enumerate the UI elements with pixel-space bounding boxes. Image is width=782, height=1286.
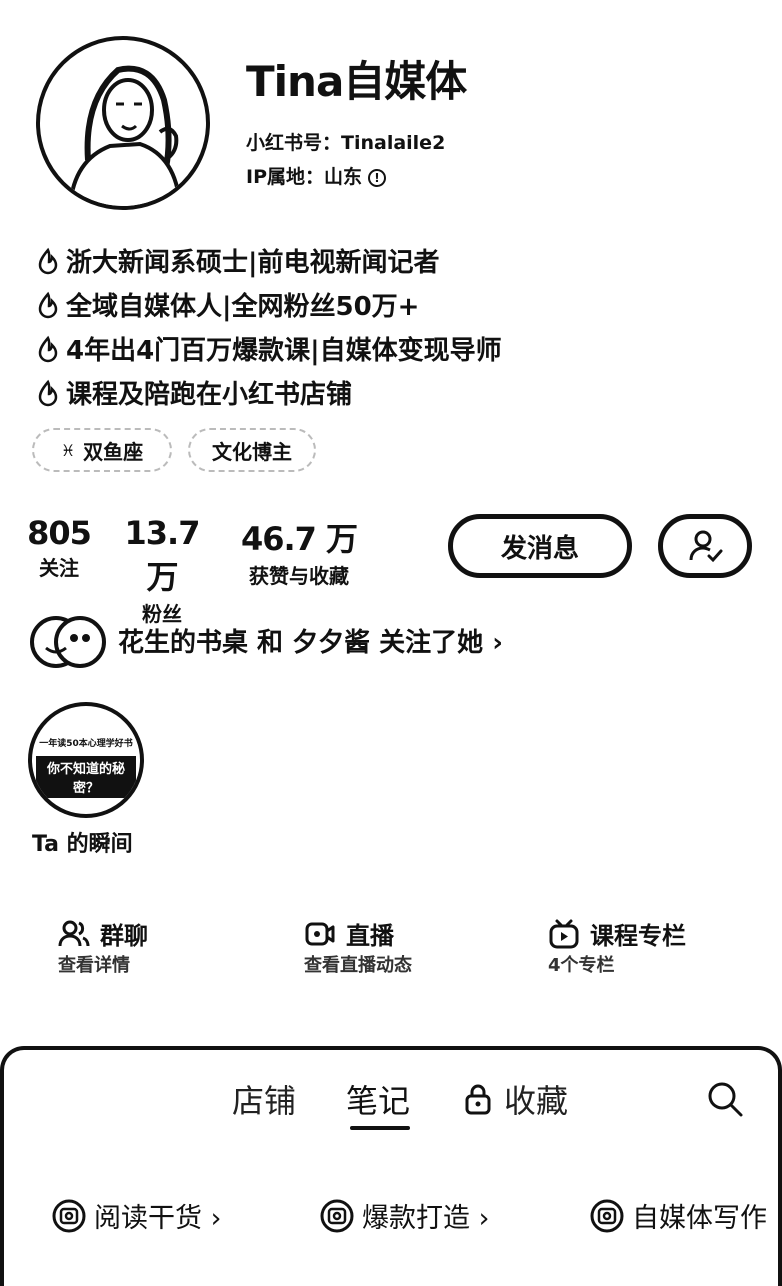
moment-thumb-text-2: 你不知道的秘密？ <box>36 756 136 798</box>
chip-label: 自媒体写作 <box>632 1203 767 1234</box>
bio-line-3: 4年出4门百万爆款课|自媒体变现导师 <box>34 330 502 367</box>
chip-label: 爆款打造 › <box>362 1203 490 1234</box>
stat-label: 获赞与收藏 <box>249 564 349 588</box>
moment-thumb-text-1: 一年读50本心理学好书 <box>39 739 133 749</box>
feature-title: 群聊 <box>100 922 148 950</box>
bio-line-4: 课程及陪跑在小红书店铺 <box>34 374 352 411</box>
tab-favorites[interactable]: 收藏 <box>464 1076 568 1122</box>
feature-group-chat[interactable]: 群聊 查看详情 <box>58 916 148 977</box>
profile-name: Tina自媒体 <box>246 57 467 106</box>
fire-icon <box>38 379 58 406</box>
stat-label: 关注 <box>39 556 79 580</box>
bio-text: 全域自媒体人|全网粉丝50万+ <box>66 292 420 322</box>
search-icon <box>708 1082 743 1117</box>
collection-icon <box>52 1199 86 1232</box>
follow-button[interactable] <box>658 514 752 578</box>
followed-by-text[interactable]: 花生的书桌 和 夕夕酱 关注了她 › <box>118 622 503 659</box>
stat-value: 805 <box>27 514 92 552</box>
fire-icon <box>38 335 58 362</box>
group-chat-icon <box>58 920 90 946</box>
feature-title: 课程专栏 <box>590 922 686 950</box>
collection-chip-writing[interactable]: 自媒体写作 <box>590 1196 767 1235</box>
profile-ip: IP属地：山东! <box>246 162 386 189</box>
feature-subtitle: 查看详情 <box>58 955 130 976</box>
info-icon[interactable]: ! <box>368 168 386 187</box>
stat-following[interactable]: 805 关注 <box>26 514 92 581</box>
message-label: 发消息 <box>500 533 579 564</box>
user-check-icon <box>689 530 723 563</box>
mutual-avatar-2 <box>54 616 106 668</box>
tag-label: 双鱼座 <box>83 439 144 464</box>
active-tab-indicator <box>350 1126 410 1130</box>
pisces-icon: ♓ <box>60 440 76 460</box>
tab-store[interactable]: 店铺 <box>232 1076 296 1122</box>
fire-icon <box>38 291 58 318</box>
tag-zodiac[interactable]: ♓ 双鱼座 <box>32 428 172 472</box>
feature-subtitle: 查看直播动态 <box>304 955 412 976</box>
profile-id: 小红书号：Tinalaile2 <box>246 132 446 154</box>
message-button[interactable]: 发消息 <box>448 514 632 578</box>
stat-value: 13.7 万 <box>124 514 201 596</box>
tag-category[interactable]: 文化博主 <box>188 428 316 472</box>
avatar[interactable] <box>36 36 210 210</box>
moment-thumbnail[interactable]: 一年读50本心理学好书 你不知道的秘密？ <box>28 702 144 818</box>
bio-line-1: 浙大新闻系硕士|前电视新闻记者 <box>34 242 440 279</box>
search-button[interactable] <box>706 1080 744 1122</box>
feature-live[interactable]: 直播 查看直播动态 <box>304 916 412 977</box>
moment-label: Ta 的瞬间 <box>32 832 133 857</box>
collection-icon <box>590 1199 624 1232</box>
stat-followers[interactable]: 13.7 万 粉丝 <box>104 514 220 627</box>
chip-label: 阅读干货 › <box>94 1203 222 1234</box>
feature-title: 直播 <box>346 922 394 950</box>
tab-notes[interactable]: 笔记 <box>346 1076 410 1122</box>
bio-text: 4年出4门百万爆款课|自媒体变现导师 <box>66 336 502 366</box>
ip-location: IP属地：山东 <box>246 166 362 188</box>
tag-label: 文化博主 <box>212 439 292 464</box>
feature-course[interactable]: 课程专栏 4个专栏 <box>548 916 686 977</box>
bio-text: 课程及陪跑在小红书店铺 <box>66 380 353 410</box>
course-icon <box>549 919 579 948</box>
collection-chip-viral[interactable]: 爆款打造 › <box>320 1196 489 1235</box>
stat-likes[interactable]: 46.7 万 获赞与收藏 <box>232 514 366 589</box>
collection-chip-reading[interactable]: 阅读干货 › <box>52 1196 221 1235</box>
lock-icon <box>465 1084 491 1115</box>
bio-text: 浙大新闻系硕士|前电视新闻记者 <box>66 248 440 278</box>
live-icon <box>305 922 335 945</box>
stat-value: 46.7 万 <box>240 520 358 558</box>
feature-subtitle: 4个专栏 <box>548 955 615 976</box>
avatar-portrait <box>68 65 182 206</box>
fire-icon <box>38 247 58 274</box>
bio-line-2: 全域自媒体人|全网粉丝50万+ <box>34 286 419 323</box>
collection-icon <box>320 1199 354 1232</box>
tab-label: 收藏 <box>504 1082 569 1120</box>
mutual-follower-avatars[interactable] <box>30 614 106 670</box>
